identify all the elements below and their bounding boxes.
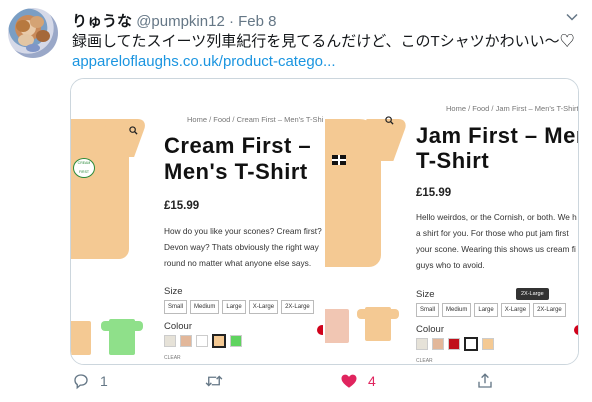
avatar[interactable]	[8, 8, 58, 58]
retweet-icon	[205, 375, 223, 387]
product-desc-line4: guys who to avoid.	[416, 260, 485, 270]
tweet-date[interactable]: Feb 8	[238, 13, 276, 30]
size-label: Size	[416, 289, 435, 300]
thumbnail-green[interactable]	[101, 317, 143, 357]
tweet-header: りゅうな @pumpkin12 · Feb 8	[72, 10, 277, 31]
like-button[interactable]: 4	[340, 372, 376, 390]
size-medium[interactable]: Medium	[442, 303, 472, 317]
colour-label: Colour	[164, 321, 192, 332]
product-desc-line3: your scone. Wearing this shows us cream …	[416, 244, 576, 254]
colour-swatch[interactable]	[448, 338, 460, 350]
product-price: £15.99	[164, 200, 200, 212]
share-button[interactable]	[476, 372, 494, 390]
colour-swatch[interactable]	[180, 335, 192, 347]
colour-swatch[interactable]	[416, 338, 428, 350]
size-2x-large[interactable]: 2X-Large	[533, 303, 566, 317]
thumbnail-cream[interactable]	[71, 317, 103, 357]
shirt-badge: CREAM FIRST	[73, 158, 95, 178]
thumbnail-cream[interactable]	[357, 303, 399, 343]
colour-swatch[interactable]	[164, 335, 176, 347]
colour-swatch-selected[interactable]	[464, 337, 478, 351]
clear-link[interactable]: CLEAR	[416, 358, 433, 364]
size-tooltip: 2X-Large	[516, 288, 549, 300]
size-small[interactable]: Small	[416, 303, 440, 317]
heart-icon	[341, 374, 357, 388]
product-title-line1: Jam First – Men'	[416, 123, 579, 148]
size-options: Small Medium Large X-Large 2X-Large	[416, 303, 566, 317]
tweet-link[interactable]: appareloflaughs.co.uk/product-catego...	[72, 53, 336, 70]
zoom-icon[interactable]	[385, 116, 394, 125]
product-title-line1: Cream First –	[164, 133, 312, 158]
colour-swatch[interactable]	[432, 338, 444, 350]
size-medium[interactable]: Medium	[190, 300, 220, 314]
user-handle[interactable]: @pumpkin12	[136, 13, 225, 30]
tweet-actions: 1 4	[0, 372, 592, 396]
size-label: Size	[164, 286, 183, 297]
breadcrumb: Home / Food / Jam First – Men's T-Shirt	[446, 104, 579, 113]
cart-badge[interactable]	[574, 325, 578, 335]
chevron-down-icon[interactable]	[566, 11, 578, 23]
colour-swatch-selected[interactable]	[212, 334, 226, 348]
size-x-large[interactable]: X-Large	[500, 303, 531, 317]
size-large[interactable]: Large	[222, 300, 246, 314]
product-desc-line1: Hello weirdos, or the Cornish, or both. …	[416, 212, 577, 222]
size-large[interactable]: Large	[474, 303, 498, 317]
media-card[interactable]: CREAM FIRST Home / Food / Cream First – …	[70, 78, 579, 365]
product-image-jam-first[interactable]: Home / Food / Jam First – Men's T-Shirt …	[325, 79, 579, 364]
reply-icon	[74, 374, 88, 390]
display-name[interactable]: りゅうな	[72, 13, 132, 30]
colour-swatches	[416, 337, 494, 351]
product-price: £15.99	[416, 187, 452, 199]
product-title-line2: T-Shirt	[416, 148, 490, 173]
product-image-cream-first[interactable]: CREAM FIRST Home / Food / Cream First – …	[71, 79, 323, 364]
cornish-flag-icon	[332, 155, 346, 165]
thumbnail-pink[interactable]	[325, 303, 359, 343]
product-desc-line2: a shirt for you. For those who put jam f…	[416, 228, 569, 238]
breadcrumb: Home / Food / Cream First – Men's T-Shir…	[187, 115, 323, 124]
product-desc-line1: How do you like your scones? Cream first…	[164, 226, 322, 236]
tweet-text: 録画してたスイーツ列車紀行を見てるんだけど、このTシャツかわいい〜♡	[72, 33, 575, 50]
product-desc-line2: Devon way? Thats obviously the right way	[164, 242, 319, 252]
size-options: Small Medium Large X-Large 2X-Large	[164, 300, 314, 314]
size-2x-large[interactable]: 2X-Large	[281, 300, 314, 314]
colour-swatch[interactable]	[196, 335, 208, 347]
size-x-large[interactable]: X-Large	[248, 300, 279, 314]
product-title-line2: Men's T-Shirt	[164, 159, 308, 184]
clear-link[interactable]: CLEAR	[164, 355, 181, 361]
product-desc-line3: round no matter what anyone else says.	[164, 258, 312, 268]
retweet-button[interactable]	[204, 372, 234, 390]
reply-count: 1	[100, 373, 108, 389]
colour-label: Colour	[416, 324, 444, 335]
colour-swatch[interactable]	[230, 335, 242, 347]
reply-button[interactable]: 1	[72, 372, 108, 390]
size-small[interactable]: Small	[164, 300, 188, 314]
like-count: 4	[368, 373, 376, 389]
separator: ·	[228, 13, 234, 30]
zoom-icon[interactable]	[129, 126, 138, 135]
colour-swatch[interactable]	[482, 338, 494, 350]
share-icon	[478, 373, 492, 388]
colour-swatches	[164, 334, 242, 348]
